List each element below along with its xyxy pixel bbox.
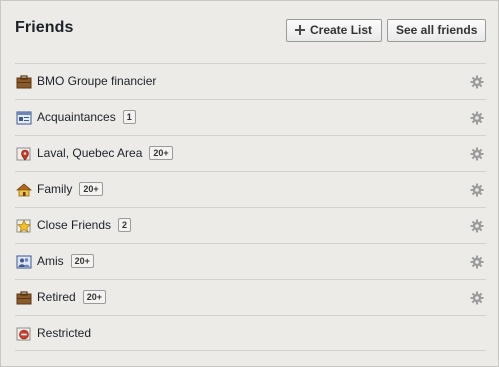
plus-icon: [295, 25, 305, 35]
location-pin-icon: [16, 147, 31, 161]
gear-icon[interactable]: [470, 111, 484, 125]
briefcase-icon: [16, 291, 32, 305]
count-badge: 20+: [79, 182, 103, 196]
list-item-close-friends[interactable]: Close Friends 2: [15, 207, 486, 243]
star-icon: [16, 219, 31, 233]
gear-icon[interactable]: [470, 183, 484, 197]
acquaintances-icon: [16, 111, 32, 125]
list-item-label: Close Friends 2: [37, 218, 132, 232]
panel-title: Friends: [15, 19, 74, 36]
list-item-family[interactable]: Family 20+: [15, 171, 486, 207]
list-item-amis[interactable]: Amis 20+: [15, 243, 486, 279]
gear-icon[interactable]: [470, 291, 484, 305]
count-badge: 1: [122, 110, 136, 124]
gear-icon[interactable]: [470, 255, 484, 269]
create-list-button[interactable]: Create List: [286, 19, 382, 42]
restricted-icon: [16, 327, 31, 341]
create-list-label: Create List: [310, 23, 373, 37]
list-item-label: Amis 20+: [37, 254, 94, 268]
list-item-label: Restricted: [37, 326, 92, 340]
list-item-label: Retired 20+: [37, 290, 106, 304]
count-badge: 2: [118, 218, 132, 232]
gear-icon[interactable]: [470, 75, 484, 89]
briefcase-icon: [16, 75, 32, 89]
list-item-label: BMO Groupe financier: [37, 74, 157, 88]
list-item-laval-quebec-area[interactable]: Laval, Quebec Area 20+: [15, 135, 486, 171]
friends-panel: Friends Create List See all friends BMO …: [0, 0, 499, 367]
friend-lists: BMO Groupe financier Acquaintances 1 Lav…: [15, 63, 486, 351]
list-item-label: Family 20+: [37, 182, 103, 196]
gear-icon[interactable]: [470, 147, 484, 161]
see-all-friends-button[interactable]: See all friends: [387, 19, 486, 42]
house-icon: [16, 183, 32, 197]
gear-icon[interactable]: [470, 219, 484, 233]
count-badge: 20+: [82, 290, 106, 304]
list-item-acquaintances[interactable]: Acquaintances 1: [15, 99, 486, 135]
people-icon: [16, 255, 32, 269]
list-item-label: Laval, Quebec Area 20+: [37, 146, 173, 160]
list-item-restricted[interactable]: Restricted: [15, 315, 486, 351]
list-item-retired[interactable]: Retired 20+: [15, 279, 486, 315]
count-badge: 20+: [149, 146, 173, 160]
panel-header: Friends Create List See all friends: [1, 1, 498, 63]
list-item-bmo-groupe-financier[interactable]: BMO Groupe financier: [15, 63, 486, 99]
list-item-label: Acquaintances 1: [37, 110, 136, 124]
count-badge: 20+: [70, 254, 94, 268]
